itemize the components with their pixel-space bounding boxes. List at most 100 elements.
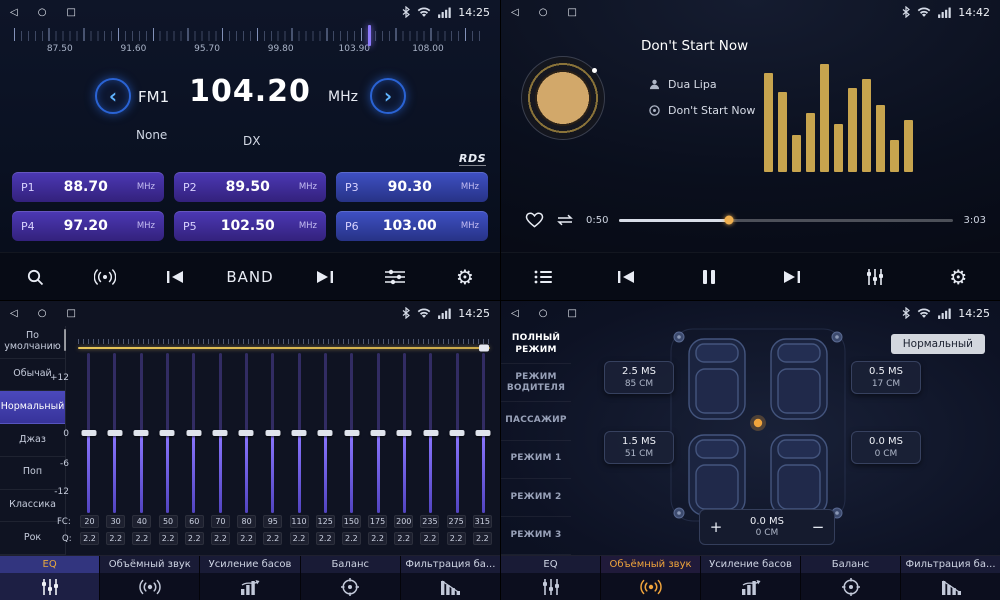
- eq-band-slider[interactable]: [80, 353, 97, 513]
- nav-back-icon[interactable]: ◁: [511, 308, 519, 319]
- delay-chip-front-right[interactable]: 0.5 MS 17 CM: [851, 361, 921, 394]
- broadcast-button[interactable]: [86, 269, 124, 285]
- freq-pointer[interactable]: [368, 25, 371, 46]
- nav-back-icon[interactable]: ◁: [511, 7, 519, 18]
- eq-band-handle[interactable]: [423, 430, 438, 436]
- scan-button[interactable]: [16, 268, 54, 286]
- audio-tab-filter[interactable]: Фильтрация ба...: [401, 556, 500, 600]
- audio-tab-bass[interactable]: Усиление басов: [701, 556, 801, 600]
- prev-track-button[interactable]: [607, 270, 645, 284]
- delay-chip-rear-left[interactable]: 1.5 MS 51 CM: [604, 431, 674, 464]
- radio-preset-p6[interactable]: P6103.00MHz: [336, 211, 488, 241]
- eq-band-slider[interactable]: [370, 353, 387, 513]
- eq-band-handle[interactable]: [81, 430, 96, 436]
- radio-preset-p1[interactable]: P188.70MHz: [12, 172, 164, 202]
- radio-preset-p5[interactable]: P5102.50MHz: [174, 211, 326, 241]
- eq-band-slider[interactable]: [343, 353, 360, 513]
- audio-tab-eq[interactable]: EQ: [0, 556, 100, 600]
- eq-band-handle[interactable]: [239, 430, 254, 436]
- visualizer-bar: [862, 79, 871, 172]
- eq-band-handle[interactable]: [397, 430, 412, 436]
- eq-band-handle[interactable]: [292, 430, 307, 436]
- radio-preset-p2[interactable]: P289.50MHz: [174, 172, 326, 202]
- eq-band-handle[interactable]: [160, 430, 175, 436]
- eq-band-handle[interactable]: [344, 430, 359, 436]
- listening-mode-item[interactable]: ПОЛНЫЙ РЕЖИМ: [501, 326, 571, 364]
- eq-band-slider[interactable]: [449, 353, 466, 513]
- eq-band-slider[interactable]: [212, 353, 229, 513]
- listening-mode-item[interactable]: РЕЖИМ 2: [501, 479, 571, 517]
- eq-band-slider[interactable]: [396, 353, 413, 513]
- nav-home-icon[interactable]: ○: [38, 308, 47, 319]
- band-fc-value: 60: [185, 515, 204, 528]
- radio-preset-p4[interactable]: P497.20MHz: [12, 211, 164, 241]
- radio-preset-p3[interactable]: P390.30MHz: [336, 172, 488, 202]
- master-slider-handle[interactable]: [479, 345, 489, 352]
- eq-band-slider[interactable]: [422, 353, 439, 513]
- audio-tab-balance[interactable]: Баланс: [801, 556, 901, 600]
- nav-home-icon[interactable]: ○: [539, 7, 548, 18]
- listening-mode-item[interactable]: ПАССАЖИР: [501, 402, 571, 440]
- eq-band-handle[interactable]: [265, 430, 280, 436]
- eq-band-handle[interactable]: [107, 430, 122, 436]
- eq-band-handle[interactable]: [371, 430, 386, 436]
- nav-recents-icon[interactable]: □: [567, 7, 576, 18]
- delay-increase-button[interactable]: +: [700, 518, 732, 536]
- audio-tab-filter[interactable]: Фильтрация ба...: [901, 556, 1000, 600]
- audio-settings-button[interactable]: [376, 269, 414, 285]
- delay-chip-rear-right[interactable]: 0.0 MS 0 CM: [851, 431, 921, 464]
- eq-band-slider[interactable]: [185, 353, 202, 513]
- audio-tab-balance[interactable]: Баланс: [301, 556, 401, 600]
- favorite-button[interactable]: [525, 212, 544, 228]
- eq-band-slider[interactable]: [133, 353, 150, 513]
- prev-station-button[interactable]: [156, 270, 194, 284]
- nav-recents-icon[interactable]: □: [66, 308, 75, 319]
- eq-band-handle[interactable]: [476, 430, 491, 436]
- eq-preset-item[interactable]: Рок: [0, 522, 65, 555]
- next-track-button[interactable]: [773, 270, 811, 284]
- nav-back-icon[interactable]: ◁: [10, 7, 18, 18]
- tune-down-button[interactable]: ‹: [95, 78, 131, 114]
- eq-band-handle[interactable]: [450, 430, 465, 436]
- audio-tab-eq[interactable]: EQ: [501, 556, 601, 600]
- eq-band-slider[interactable]: [317, 353, 334, 513]
- nav-recents-icon[interactable]: □: [567, 308, 576, 319]
- eq-band-slider[interactable]: [475, 353, 492, 513]
- nav-home-icon[interactable]: ○: [539, 308, 548, 319]
- settings-gear-icon[interactable]: ⚙: [446, 267, 484, 287]
- eq-band-handle[interactable]: [186, 430, 201, 436]
- progress-track[interactable]: [619, 219, 952, 222]
- eq-band-handle[interactable]: [213, 430, 228, 436]
- audio-tab-bass[interactable]: Усиление басов: [200, 556, 300, 600]
- audio-tab-surround[interactable]: Объёмный звук: [100, 556, 200, 600]
- eq-band-slider[interactable]: [291, 353, 308, 513]
- nav-back-icon[interactable]: ◁: [10, 308, 18, 319]
- eq-band-slider[interactable]: [264, 353, 281, 513]
- listening-mode-item[interactable]: РЕЖИМ ВОДИТЕЛЯ: [501, 364, 571, 402]
- nav-home-icon[interactable]: ○: [38, 7, 47, 18]
- eq-band-handle[interactable]: [134, 430, 149, 436]
- progress-knob[interactable]: [725, 216, 734, 225]
- listening-mode-item[interactable]: РЕЖИМ 1: [501, 441, 571, 479]
- next-station-button[interactable]: [306, 270, 344, 284]
- listening-mode-item[interactable]: РЕЖИМ 3: [501, 517, 571, 555]
- delay-decrease-button[interactable]: −: [802, 518, 834, 536]
- nav-recents-icon[interactable]: □: [66, 7, 75, 18]
- audio-tab-surround[interactable]: Объёмный звук: [601, 556, 701, 600]
- master-level-slider[interactable]: [78, 339, 490, 353]
- band-button[interactable]: BAND: [226, 268, 273, 286]
- sound-profile-button[interactable]: Нормальный: [891, 334, 985, 354]
- equalizer-button[interactable]: [856, 268, 894, 286]
- master-slider-ticks: [78, 339, 490, 344]
- repeat-button[interactable]: [555, 213, 575, 227]
- pause-button[interactable]: [690, 269, 728, 285]
- playlist-button[interactable]: [524, 270, 562, 284]
- eq-band-slider[interactable]: [106, 353, 123, 513]
- eq-band-slider[interactable]: [159, 353, 176, 513]
- delay-chip-front-left[interactable]: 2.5 MS 85 CM: [604, 361, 674, 394]
- settings-gear-icon[interactable]: ⚙: [939, 267, 977, 287]
- frequency-ruler[interactable]: 87.5091.6095.7099.80103.90108.00: [14, 28, 486, 62]
- tune-up-button[interactable]: ›: [370, 78, 406, 114]
- eq-band-handle[interactable]: [318, 430, 333, 436]
- eq-band-slider[interactable]: [238, 353, 255, 513]
